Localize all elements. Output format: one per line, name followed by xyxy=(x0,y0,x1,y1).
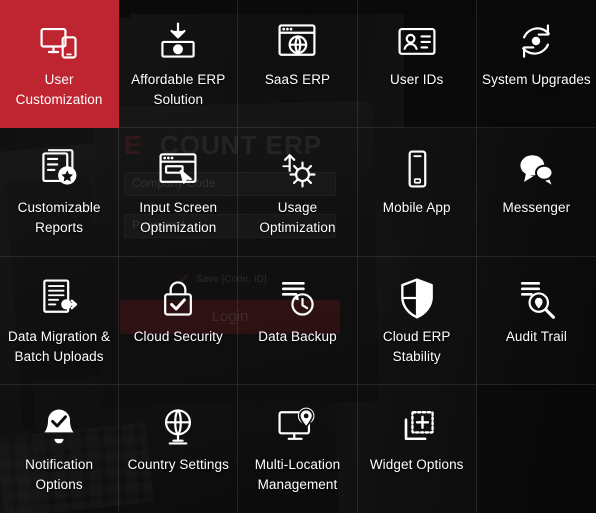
grid-cell-saas-erp[interactable]: SaaS ERP xyxy=(238,0,358,129)
feature-grid: User Customization Affordable ERP Solutio… xyxy=(0,0,596,513)
money-download-icon xyxy=(155,18,201,64)
grid-cell-label: Input Screen Optimization xyxy=(139,200,218,236)
grid-cell-cloud-security[interactable]: Cloud Security xyxy=(119,256,239,385)
window-cursor-icon xyxy=(155,146,201,192)
grid-cell-label: Cloud ERP Stability xyxy=(382,328,451,364)
grid-cell-affordable-erp-solution[interactable]: Affordable ERP Solution xyxy=(119,0,239,129)
grid-cell-label: Usage Optimization xyxy=(259,200,336,236)
smartphone-icon xyxy=(394,146,440,192)
globe-stand-icon xyxy=(155,403,201,449)
grid-cell-empty xyxy=(476,384,596,513)
bell-check-icon xyxy=(36,403,82,449)
documents-star-icon xyxy=(36,146,82,192)
grid-cell-user-customization[interactable]: User Customization xyxy=(0,0,120,129)
grid-cell-label: Audit Trail xyxy=(505,328,567,344)
grid-cell-label: Messenger xyxy=(502,200,571,216)
log-search-icon xyxy=(513,275,559,321)
id-card-icon xyxy=(394,18,440,64)
grid-cell-label: SaaS ERP xyxy=(264,72,331,87)
grid-cell-audit-trail[interactable]: Audit Trail xyxy=(476,256,596,385)
spreadsheet-link-icon xyxy=(36,275,82,321)
grid-cell-data-backup[interactable]: Data Backup xyxy=(238,256,358,385)
server-clock-icon xyxy=(274,275,320,321)
arrow-gear-icon xyxy=(274,146,320,192)
devices-icon xyxy=(36,18,82,64)
grid-cell-multi-location-management[interactable]: Multi-Location Management xyxy=(238,384,358,513)
grid-cell-mobile-app[interactable]: Mobile App xyxy=(357,128,477,257)
grid-cell-label: Data Backup xyxy=(258,328,337,344)
grid-cell-label: Multi-Location Management xyxy=(254,456,341,492)
padlock-check-icon xyxy=(155,275,201,321)
grid-cell-usage-optimization[interactable]: Usage Optimization xyxy=(238,128,358,257)
grid-cell-label: User IDs xyxy=(390,72,444,87)
grid-cell-label: User Customization xyxy=(15,72,103,107)
grid-cell-label: Affordable ERP Solution xyxy=(131,72,226,107)
chat-bubbles-icon xyxy=(513,146,559,192)
grid-cell-label: Widget Options xyxy=(369,456,464,472)
grid-cell-label: System Upgrades xyxy=(481,72,591,87)
grid-cell-customizable-reports[interactable]: Customizable Reports xyxy=(0,128,120,257)
grid-cell-label: Notification Options xyxy=(25,456,94,492)
grid-cell-label: Mobile App xyxy=(382,200,451,216)
add-widget-icon xyxy=(394,403,440,449)
grid-cell-country-settings[interactable]: Country Settings xyxy=(119,384,239,513)
browser-globe-icon xyxy=(274,18,320,64)
grid-cell-cloud-erp-stability[interactable]: Cloud ERP Stability xyxy=(357,256,477,385)
feature-grid-stage: E COUNT ERP Company Code Password ✓ Save… xyxy=(0,0,596,513)
grid-cell-user-ids[interactable]: User IDs xyxy=(357,0,477,129)
grid-cell-notification-options[interactable]: Notification Options xyxy=(0,384,120,513)
grid-cell-messenger[interactable]: Messenger xyxy=(476,128,596,257)
grid-cell-label: Cloud Security xyxy=(133,328,223,344)
grid-cell-label: Country Settings xyxy=(127,456,229,472)
grid-cell-widget-options[interactable]: Widget Options xyxy=(357,384,477,513)
grid-cell-label: Customizable Reports xyxy=(17,200,101,236)
refresh-cycle-icon xyxy=(513,18,559,64)
grid-cell-data-migration-batch-uploads[interactable]: Data Migration & Batch Uploads xyxy=(0,256,120,385)
monitor-pin-icon xyxy=(274,403,320,449)
shield-icon xyxy=(394,275,440,321)
grid-cell-system-upgrades[interactable]: System Upgrades xyxy=(476,0,596,129)
grid-cell-input-screen-optimization[interactable]: Input Screen Optimization xyxy=(119,128,239,257)
grid-cell-label: Data Migration & Batch Uploads xyxy=(8,328,111,364)
